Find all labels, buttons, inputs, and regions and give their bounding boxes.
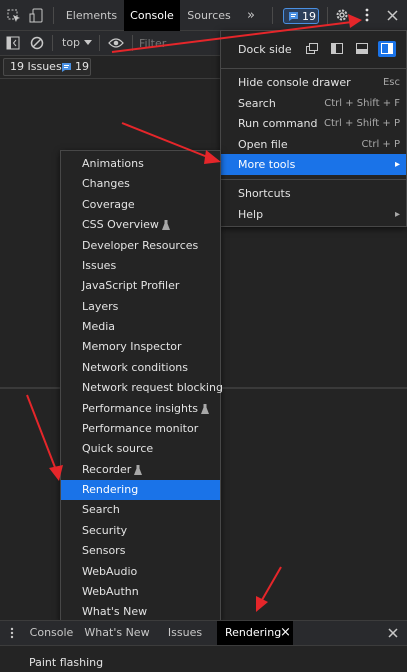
annotation-arrows (26, 14, 362, 612)
annotation-arrow (26, 14, 362, 612)
